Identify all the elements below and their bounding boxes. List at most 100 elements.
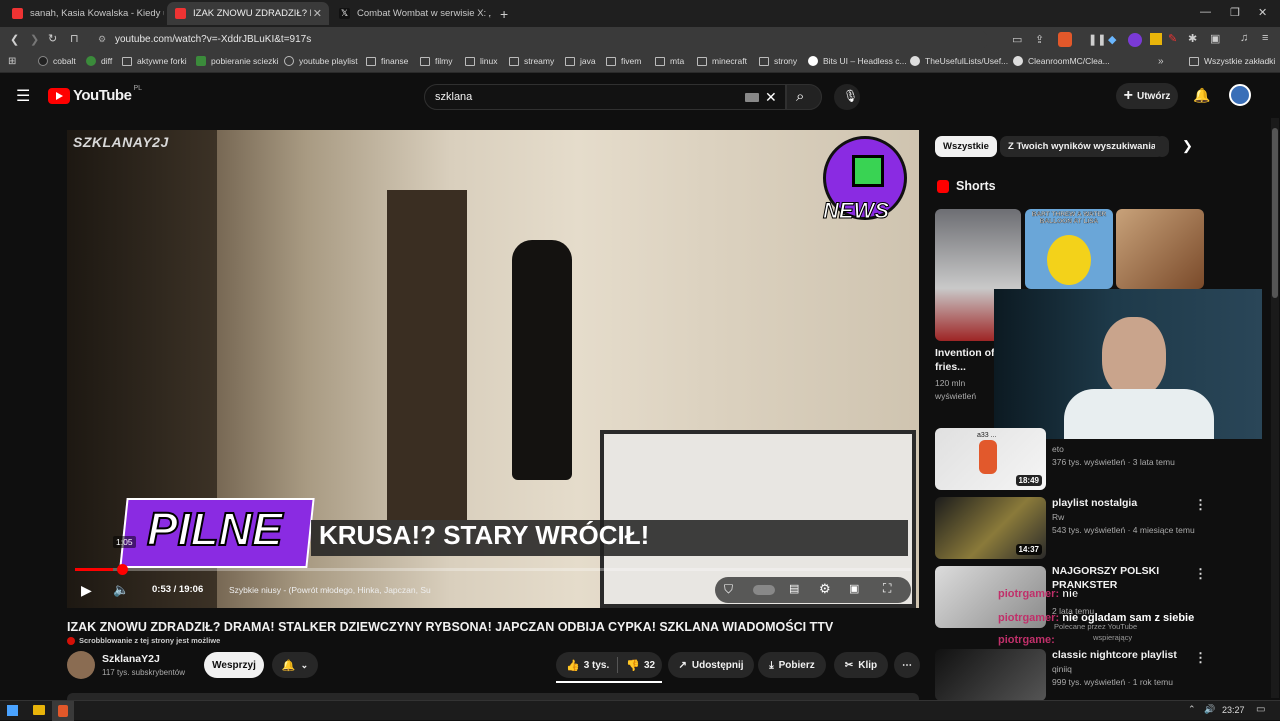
- related-channel[interactable]: eto: [1052, 443, 1064, 456]
- minimize-icon[interactable]: —: [1200, 6, 1211, 18]
- playlist-icon[interactable]: ♫: [1240, 32, 1248, 44]
- bookmark-folder[interactable]: java: [565, 56, 596, 66]
- voice-search-button[interactable]: 🎙: [834, 84, 860, 110]
- pause-icon[interactable]: ❚❚: [1088, 33, 1106, 46]
- clip-button[interactable]: ✂ Klip: [834, 652, 888, 678]
- short-thumbnail[interactable]: [1116, 209, 1204, 289]
- reload-icon[interactable]: ↻: [48, 32, 57, 45]
- sponsorblock-icon[interactable]: ⛉: [724, 582, 733, 597]
- filter-chip-partial[interactable]: [1155, 136, 1169, 157]
- bookmark-folder[interactable]: filmy: [420, 56, 452, 66]
- tray-chevron-icon[interactable]: ⌃: [1188, 704, 1196, 715]
- volume-icon[interactable]: 🔈: [113, 582, 129, 598]
- notification-center-icon[interactable]: ▭: [1256, 704, 1265, 715]
- cast-icon[interactable]: ▭: [1012, 33, 1022, 46]
- bookmark-item[interactable]: cobalt: [38, 56, 76, 66]
- bookmark-item[interactable]: youtube playlist: [284, 56, 358, 66]
- video-thumbnail[interactable]: a33 ... 18:49: [935, 428, 1046, 490]
- more-vert-icon[interactable]: ⋮: [1194, 497, 1207, 513]
- close-window-icon[interactable]: ✕: [1258, 6, 1267, 19]
- chapter-title[interactable]: Szybkie niusy - (Powrót młodego, Hinka, …: [229, 585, 431, 595]
- video-thumbnail[interactable]: [935, 649, 1046, 701]
- bookmark-folder[interactable]: mta: [655, 56, 684, 66]
- youtube-logo[interactable]: YouTube PL: [48, 85, 142, 104]
- subtitles-icon[interactable]: ▤: [789, 582, 799, 595]
- dislike-count[interactable]: 32: [644, 660, 655, 671]
- sidebar-icon[interactable]: ▣: [1210, 32, 1220, 45]
- channel-avatar[interactable]: [67, 651, 95, 679]
- menu-icon[interactable]: ≡: [1262, 32, 1268, 44]
- more-actions-button[interactable]: ⋯: [894, 652, 920, 678]
- all-bookmarks-folder[interactable]: Wszystkie zakładki: [1189, 56, 1275, 66]
- extension-icon[interactable]: [1128, 33, 1142, 47]
- create-button[interactable]: + Utwórz: [1116, 83, 1178, 109]
- clock[interactable]: 23:27: [1222, 705, 1245, 715]
- related-channel[interactable]: Rw: [1052, 511, 1064, 524]
- apps-grid-icon[interactable]: ⊞: [8, 56, 16, 67]
- related-title[interactable]: playlist nostalgia: [1052, 496, 1137, 510]
- share-button[interactable]: ↗ Udostępnij: [668, 652, 754, 678]
- video-thumbnail[interactable]: 14:37: [935, 497, 1046, 559]
- like-icon[interactable]: 👍: [566, 659, 580, 672]
- restore-icon[interactable]: ❐: [1230, 6, 1240, 19]
- short-title[interactable]: Invention of fries...: [935, 346, 997, 374]
- address-bar[interactable]: ⚙ youtube.com/watch?v=-XddrJBLuKI&t=917s: [88, 30, 988, 50]
- start-menu-icon[interactable]: [7, 705, 18, 716]
- miniplayer-icon[interactable]: ▣: [849, 582, 859, 595]
- tab-3[interactable]: 𝕏 Combat Wombat w serwisie X: „Once: [331, 2, 491, 25]
- bookmark-folder[interactable]: fivem: [606, 56, 641, 66]
- share-icon[interactable]: ⇪: [1035, 33, 1044, 46]
- page-scrollbar[interactable]: [1271, 118, 1279, 698]
- related-title[interactable]: classic nightcore playlist: [1052, 648, 1177, 662]
- extension-icon[interactable]: ◆: [1108, 33, 1116, 46]
- bookmark-folder[interactable]: finanse: [366, 56, 408, 66]
- chevron-right-icon[interactable]: ❯: [1182, 138, 1193, 154]
- filter-chip-from-search[interactable]: Z Twoich wyników wyszukiwania: [1000, 136, 1165, 157]
- brave-shield-icon[interactable]: [1058, 32, 1072, 47]
- bookmark-item[interactable]: aktywne forki: [122, 56, 187, 66]
- keyboard-icon[interactable]: [745, 93, 759, 102]
- volume-tray-icon[interactable]: 🔊: [1204, 704, 1215, 715]
- related-channel[interactable]: qiniiq: [1052, 663, 1072, 676]
- filter-chip-all[interactable]: Wszystkie: [935, 136, 997, 157]
- tab-2-active[interactable]: IZAK ZNOWU ZDRADZIŁ? DRAM ✕: [167, 2, 329, 25]
- file-explorer-icon[interactable]: [33, 705, 45, 715]
- hamburger-menu-icon[interactable]: ☰: [16, 86, 30, 106]
- extensions-puzzle-icon[interactable]: ✱: [1188, 32, 1197, 45]
- taskbar-brave-active[interactable]: [52, 701, 74, 721]
- like-count[interactable]: 3 tys.: [584, 660, 610, 671]
- bookmark-item[interactable]: CleanroomMC/Clea...: [1013, 56, 1110, 66]
- forward-icon[interactable]: ❯: [30, 33, 39, 46]
- extension-icon[interactable]: ✎: [1168, 32, 1177, 45]
- bookmark-folder[interactable]: strony: [759, 56, 797, 66]
- bookmark-folder[interactable]: streamy: [509, 56, 554, 66]
- progress-bar[interactable]: [75, 568, 911, 571]
- avatar[interactable]: [1229, 84, 1251, 106]
- site-info-icon[interactable]: ⚙: [98, 34, 106, 45]
- fullscreen-icon[interactable]: ⛶: [883, 581, 891, 596]
- extension-icon[interactable]: [1150, 33, 1162, 45]
- clear-search-icon[interactable]: ✕: [765, 89, 777, 106]
- support-button[interactable]: Wesprzyj: [204, 652, 264, 678]
- channel-name[interactable]: SzklanaY2J: [102, 653, 160, 665]
- autoplay-toggle[interactable]: [753, 585, 775, 595]
- notifications-bell-icon[interactable]: 🔔: [1193, 87, 1210, 104]
- search-box[interactable]: szklana ✕: [424, 84, 786, 110]
- bookmark-item[interactable]: Bits UI – Headless c...: [808, 56, 907, 66]
- search-input[interactable]: szklana: [435, 91, 472, 103]
- close-tab-icon[interactable]: ✕: [313, 7, 322, 20]
- tab-1[interactable]: sanah, Kasia Kowalska - Kiedy umrę: [4, 2, 164, 25]
- back-icon[interactable]: ❮: [10, 33, 19, 46]
- more-vert-icon[interactable]: ⋮: [1194, 566, 1207, 582]
- notification-bell-button[interactable]: 🔔 ⌄: [272, 652, 318, 678]
- scrollbar-thumb[interactable]: [1272, 128, 1278, 298]
- video-player[interactable]: SZKLANAY2J NEWS PILNE KRUSA!? STARY WRÓC…: [67, 130, 919, 608]
- bookmark-item[interactable]: pobieranie sciezki: [196, 56, 279, 66]
- bookmark-folder[interactable]: linux: [465, 56, 497, 66]
- more-vert-icon[interactable]: ⋮: [1194, 650, 1207, 666]
- short-thumbnail[interactable]: BART THREW A WATER BALLOON AT LISA: [1025, 209, 1113, 289]
- bookmark-page-icon[interactable]: ⊓: [70, 32, 79, 45]
- dislike-icon[interactable]: 👎: [626, 659, 640, 672]
- new-tab-icon[interactable]: +: [500, 6, 508, 22]
- more-bookmarks-icon[interactable]: »: [1158, 56, 1164, 67]
